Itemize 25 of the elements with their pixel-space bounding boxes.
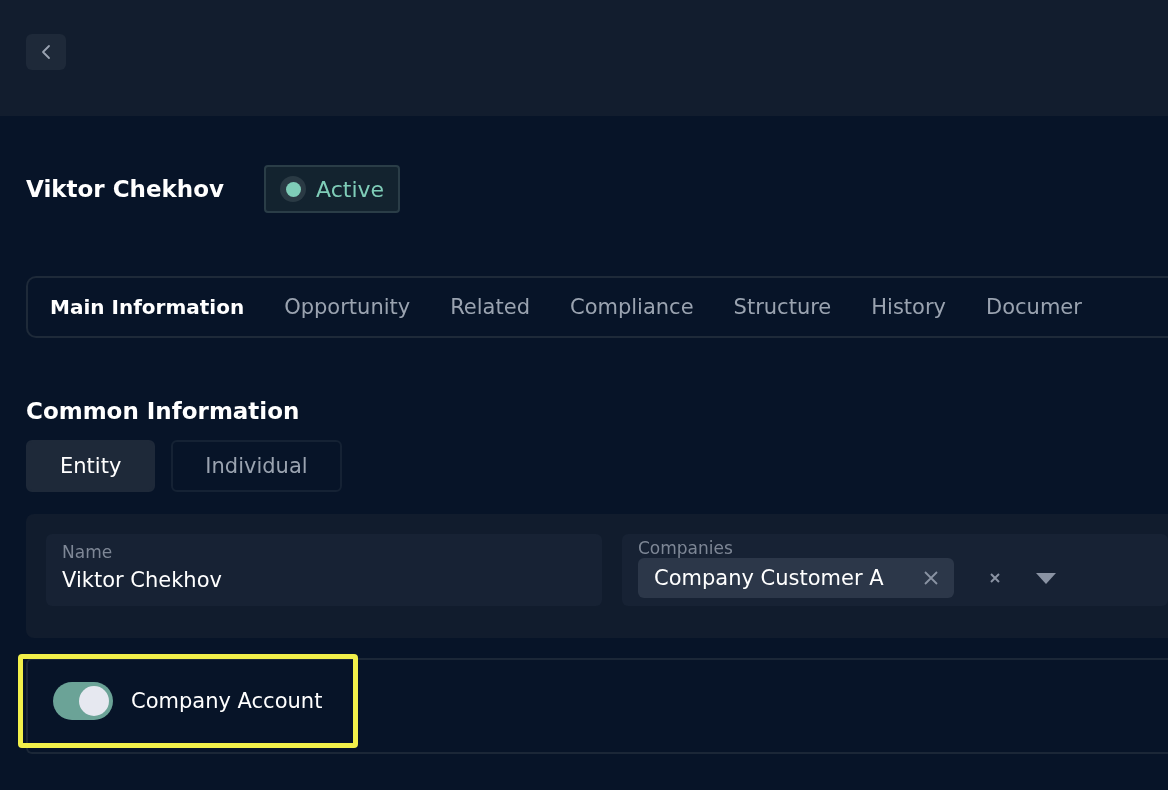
name-field[interactable]: Name Viktor Chekhov (46, 534, 602, 606)
toggle-label: Company Account (131, 689, 323, 713)
tab[interactable]: Compliance (557, 295, 706, 319)
chevron-left-icon (41, 44, 51, 60)
field-label: Companies (638, 538, 734, 558)
clear-icon[interactable] (989, 573, 1000, 583)
field-label: Name (62, 542, 114, 562)
back-button[interactable] (26, 34, 66, 70)
tab[interactable]: Related (438, 295, 542, 319)
status-label: Active (316, 176, 385, 202)
chip-label: Company Customer A (654, 566, 884, 590)
tab[interactable]: Documer (974, 295, 1094, 319)
companies-field[interactable]: Companies Company Customer A (622, 534, 1168, 606)
dropdown-caret-icon[interactable] (1035, 572, 1056, 584)
tab[interactable]: Structure (721, 295, 844, 319)
section-title: Common Information (26, 398, 301, 424)
tab[interactable]: Main Information (38, 295, 257, 319)
type-toggle-button[interactable]: Individual (171, 440, 342, 492)
type-toggle-button[interactable]: Entity (26, 440, 156, 492)
toggle-switch[interactable] (53, 682, 113, 720)
tab[interactable]: History (859, 295, 958, 319)
field-value: Viktor Chekhov (62, 568, 223, 592)
profile-name: Viktor Chekhov (26, 176, 225, 202)
close-icon[interactable] (923, 571, 938, 585)
tab[interactable]: Opportunity (272, 295, 423, 319)
